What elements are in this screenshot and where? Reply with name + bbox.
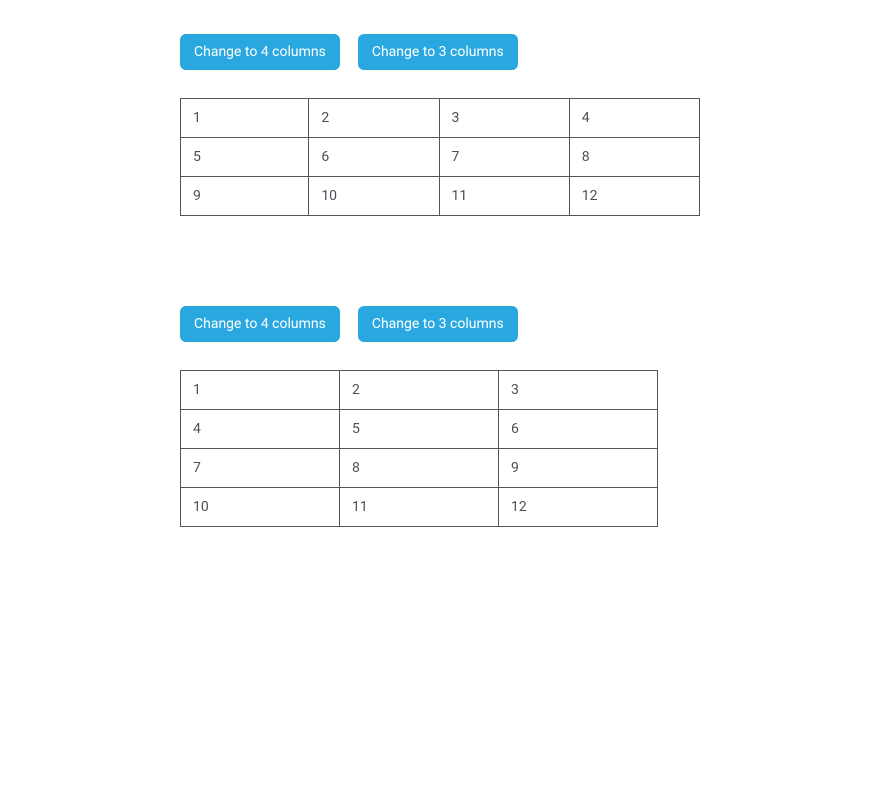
table-cell: 5 [181,138,309,177]
table-cell: 1 [181,371,340,410]
section-1: Change to 4 columns Change to 3 columns … [180,34,700,216]
table-cell: 6 [499,410,658,449]
table-cell: 1 [181,99,309,138]
table-cell: 8 [569,138,699,177]
table-cell: 3 [499,371,658,410]
section-2: Change to 4 columns Change to 3 columns … [180,306,700,527]
table-row: 10 11 12 [181,488,658,527]
table-cell: 8 [340,449,499,488]
table-row: 1 2 3 [181,371,658,410]
grid-table-3col: 1 2 3 4 5 6 7 8 9 10 11 12 [180,370,658,527]
table-cell: 9 [181,177,309,216]
table-cell: 2 [309,99,439,138]
table-row: 5 6 7 8 [181,138,700,177]
table-cell: 10 [181,488,340,527]
change-to-3-columns-button[interactable]: Change to 3 columns [358,34,518,70]
table-row: 9 10 11 12 [181,177,700,216]
button-row-2: Change to 4 columns Change to 3 columns [180,306,700,342]
table-row: 4 5 6 [181,410,658,449]
table-cell: 7 [181,449,340,488]
table-cell: 7 [439,138,569,177]
table-cell: 11 [439,177,569,216]
table-row: 1 2 3 4 [181,99,700,138]
table-cell: 12 [569,177,699,216]
button-row-1: Change to 4 columns Change to 3 columns [180,34,700,70]
table-cell: 12 [499,488,658,527]
table-cell: 3 [439,99,569,138]
table-cell: 4 [181,410,340,449]
table-cell: 5 [340,410,499,449]
change-to-3-columns-button[interactable]: Change to 3 columns [358,306,518,342]
table-row: 7 8 9 [181,449,658,488]
table-cell: 6 [309,138,439,177]
table-cell: 4 [569,99,699,138]
change-to-4-columns-button[interactable]: Change to 4 columns [180,306,340,342]
table-cell: 11 [340,488,499,527]
table-cell: 10 [309,177,439,216]
grid-table-4col: 1 2 3 4 5 6 7 8 9 10 11 12 [180,98,700,216]
table-cell: 2 [340,371,499,410]
table-cell: 9 [499,449,658,488]
change-to-4-columns-button[interactable]: Change to 4 columns [180,34,340,70]
